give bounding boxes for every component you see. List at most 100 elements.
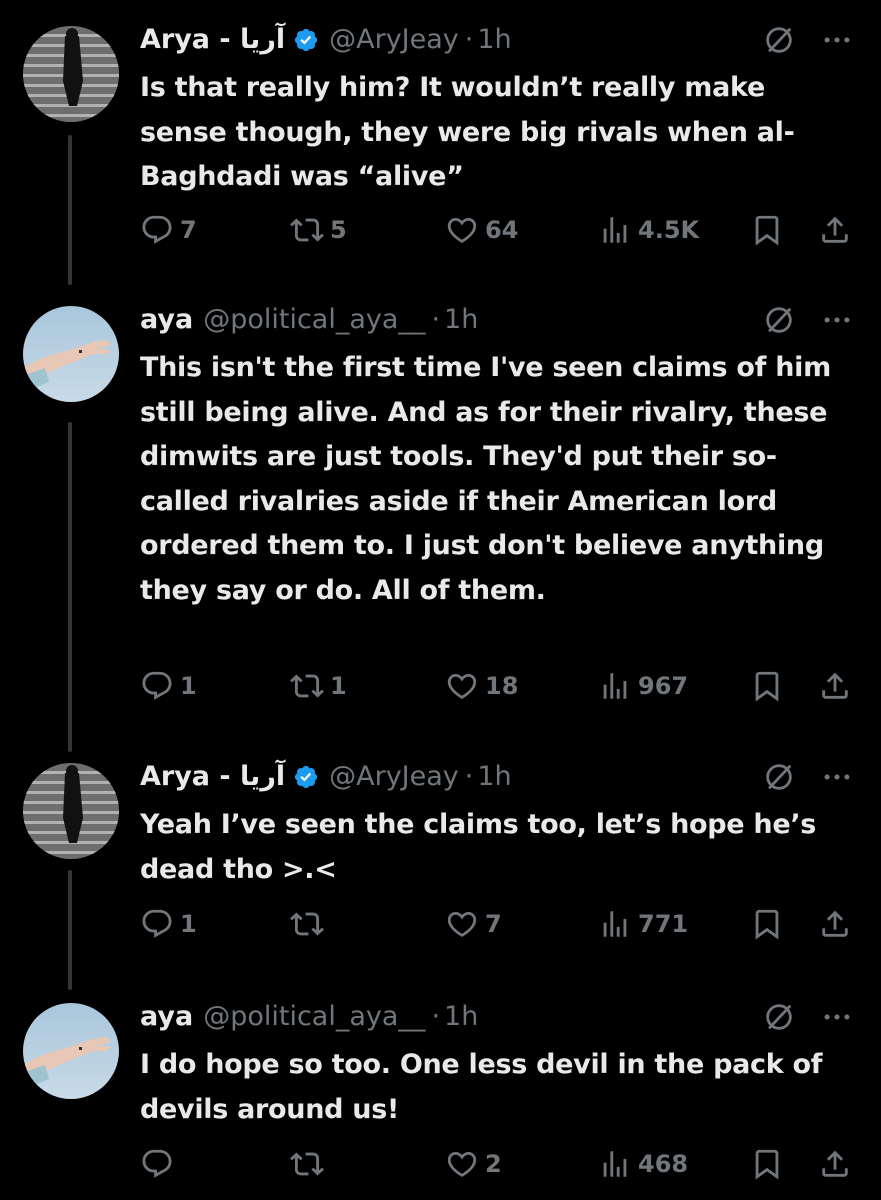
heart-icon bbox=[445, 1147, 479, 1181]
author-handle[interactable]: @AryJeay bbox=[329, 757, 459, 797]
avatar-aya[interactable] bbox=[23, 1003, 119, 1099]
separator: · bbox=[464, 761, 474, 792]
author-name[interactable]: Arya - آریا bbox=[140, 20, 285, 60]
repost-icon bbox=[290, 213, 324, 247]
views-button[interactable]: 967 bbox=[598, 666, 688, 706]
separator: · bbox=[431, 1001, 441, 1032]
timestamp[interactable]: 1h bbox=[444, 997, 478, 1037]
avatar-arya[interactable] bbox=[23, 26, 119, 122]
author-handle[interactable]: @political_aya__ bbox=[203, 300, 425, 340]
verified-badge-icon bbox=[293, 764, 319, 790]
author-name[interactable]: aya bbox=[140, 300, 193, 340]
tweet-text: I do hope so too. One less devil in the … bbox=[140, 1049, 823, 1125]
heart-icon bbox=[445, 907, 479, 941]
bookmark-icon bbox=[750, 213, 784, 247]
like-button[interactable]: 64 bbox=[445, 210, 518, 250]
author-handle[interactable]: @AryJeay bbox=[329, 20, 459, 60]
reply-icon bbox=[140, 213, 174, 247]
more-icon[interactable] bbox=[820, 760, 854, 794]
share-icon bbox=[818, 1147, 852, 1181]
reply-button[interactable] bbox=[140, 1144, 180, 1184]
grok-icon[interactable] bbox=[762, 760, 796, 794]
repost-button[interactable] bbox=[290, 904, 330, 944]
like-count: 2 bbox=[485, 1150, 502, 1178]
like-count: 64 bbox=[485, 216, 519, 244]
reply-button[interactable]: 1 bbox=[140, 904, 197, 944]
views-button[interactable]: 468 bbox=[598, 1144, 688, 1184]
reply-button[interactable]: 7 bbox=[140, 210, 197, 250]
author-name[interactable]: Arya - آریا bbox=[140, 757, 285, 797]
like-count: 7 bbox=[485, 910, 502, 938]
bookmark-button[interactable] bbox=[750, 904, 784, 944]
heart-icon bbox=[445, 669, 479, 703]
repost-count: 1 bbox=[330, 672, 347, 700]
share-icon bbox=[818, 907, 852, 941]
reply-icon bbox=[140, 1147, 174, 1181]
tweet-header: aya @political_aya__ · 1h bbox=[140, 997, 760, 1037]
author-name[interactable]: aya bbox=[140, 997, 193, 1037]
share-button[interactable] bbox=[818, 210, 852, 250]
bookmark-button[interactable] bbox=[750, 210, 784, 250]
reply-button[interactable]: 1 bbox=[140, 666, 197, 706]
grok-icon[interactable] bbox=[762, 303, 796, 337]
action-bar: 7 5 64 4.5K bbox=[0, 210, 881, 250]
author-handle[interactable]: @political_aya__ bbox=[203, 997, 425, 1037]
repost-count: 5 bbox=[330, 216, 347, 244]
share-button[interactable] bbox=[818, 904, 852, 944]
action-bar: 2 468 bbox=[0, 1144, 881, 1184]
more-icon[interactable] bbox=[820, 23, 854, 57]
more-icon[interactable] bbox=[820, 303, 854, 337]
repost-button[interactable]: 5 bbox=[290, 210, 347, 250]
views-button[interactable]: 4.5K bbox=[598, 210, 699, 250]
like-button[interactable]: 18 bbox=[445, 666, 518, 706]
more-icon[interactable] bbox=[820, 1000, 854, 1034]
tweet-header: aya @political_aya__ · 1h bbox=[140, 300, 760, 340]
views-icon bbox=[598, 213, 632, 247]
share-icon bbox=[818, 669, 852, 703]
action-bar: 1 7 771 bbox=[0, 904, 881, 944]
like-count: 18 bbox=[485, 672, 519, 700]
views-icon bbox=[598, 907, 632, 941]
verified-badge-icon bbox=[293, 27, 319, 53]
share-button[interactable] bbox=[818, 1144, 852, 1184]
view-count: 4.5K bbox=[638, 216, 700, 244]
avatar-aya[interactable] bbox=[23, 306, 119, 402]
bookmark-button[interactable] bbox=[750, 1144, 784, 1184]
bookmark-icon bbox=[750, 907, 784, 941]
repost-button[interactable]: 1 bbox=[290, 666, 347, 706]
reply-count: 7 bbox=[180, 216, 197, 244]
like-button[interactable]: 7 bbox=[445, 904, 502, 944]
action-bar: 1 1 18 967 bbox=[0, 666, 881, 706]
reply-icon bbox=[140, 669, 174, 703]
bookmark-icon bbox=[750, 669, 784, 703]
reply-count: 1 bbox=[180, 910, 197, 938]
heart-icon bbox=[445, 213, 479, 247]
reply-icon bbox=[140, 907, 174, 941]
timestamp[interactable]: 1h bbox=[444, 300, 478, 340]
tweet-text: Yeah I’ve seen the claims too, let’s hop… bbox=[140, 809, 817, 885]
grok-icon[interactable] bbox=[762, 1000, 796, 1034]
views-button[interactable]: 771 bbox=[598, 904, 688, 944]
tweet-header: Arya - آریا @AryJeay · 1h bbox=[140, 757, 760, 797]
views-icon bbox=[598, 1147, 632, 1181]
repost-icon bbox=[290, 669, 324, 703]
repost-icon bbox=[290, 907, 324, 941]
grok-icon[interactable] bbox=[762, 23, 796, 57]
tweet-header: Arya - آریا @AryJeay · 1h bbox=[140, 20, 760, 60]
view-count: 967 bbox=[638, 672, 689, 700]
repost-button[interactable] bbox=[290, 1144, 330, 1184]
view-count: 468 bbox=[638, 1150, 689, 1178]
timestamp[interactable]: 1h bbox=[477, 20, 511, 60]
avatar-arya[interactable] bbox=[23, 763, 119, 859]
share-button[interactable] bbox=[818, 666, 852, 706]
like-button[interactable]: 2 bbox=[445, 1144, 502, 1184]
share-icon bbox=[818, 213, 852, 247]
separator: · bbox=[464, 24, 474, 55]
timestamp[interactable]: 1h bbox=[477, 757, 511, 797]
bookmark-button[interactable] bbox=[750, 666, 784, 706]
views-icon bbox=[598, 669, 632, 703]
tweet-text: This isn't the first time I've seen clai… bbox=[140, 352, 831, 606]
tweet-text: Is that really him? It wouldn’t really m… bbox=[140, 72, 795, 192]
bookmark-icon bbox=[750, 1147, 784, 1181]
view-count: 771 bbox=[638, 910, 689, 938]
